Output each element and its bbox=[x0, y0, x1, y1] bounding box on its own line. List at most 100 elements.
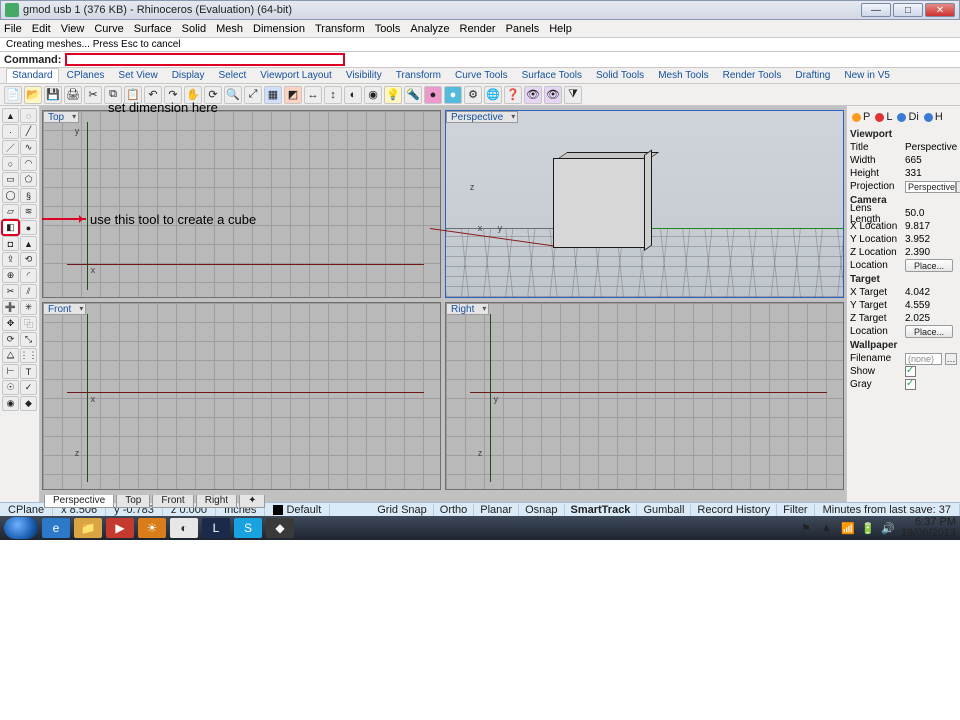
mirror-icon[interactable]: ⧋ bbox=[2, 348, 19, 363]
point-icon[interactable]: · bbox=[2, 124, 19, 139]
viewport-perspective[interactable]: x y z Perspective bbox=[445, 110, 844, 298]
spotlight-icon[interactable]: 🔦 bbox=[404, 86, 422, 104]
tab-mesh-tools[interactable]: Mesh Tools bbox=[652, 68, 714, 83]
system-tray[interactable]: ⚑ ▲ 📶 🔋 🔊 6:37 PM19/06/2013 bbox=[801, 517, 956, 539]
tab-drafting[interactable]: Drafting bbox=[789, 68, 836, 83]
cone-icon[interactable]: ▲ bbox=[20, 236, 37, 251]
extrude-icon[interactable]: ⇪ bbox=[2, 252, 19, 267]
set-view-icon[interactable]: ↕ bbox=[324, 86, 342, 104]
viewport-top[interactable]: x y Top bbox=[42, 110, 441, 298]
tab-render-tools[interactable]: Render Tools bbox=[717, 68, 788, 83]
tab-viewport-layout[interactable]: Viewport Layout bbox=[254, 68, 338, 83]
new-icon[interactable]: 📄 bbox=[4, 86, 22, 104]
show-checkbox[interactable] bbox=[905, 366, 916, 377]
tray-action-center-icon[interactable]: ⚑ bbox=[801, 522, 813, 534]
tab-cplanes[interactable]: CPlanes bbox=[61, 68, 111, 83]
tab-visibility[interactable]: Visibility bbox=[340, 68, 388, 83]
save-icon[interactable]: 💾 bbox=[44, 86, 62, 104]
named-view-icon[interactable]: ↔ bbox=[304, 86, 322, 104]
check-icon[interactable]: ✓ bbox=[20, 380, 37, 395]
dim-icon[interactable]: ⊢ bbox=[2, 364, 19, 379]
explode-icon[interactable]: ✳ bbox=[20, 300, 37, 315]
chevron-down-icon[interactable]: ▾ bbox=[956, 181, 960, 193]
menu-curve[interactable]: Curve bbox=[94, 23, 123, 35]
filename-field[interactable]: (none) bbox=[905, 353, 942, 365]
tab-select[interactable]: Select bbox=[213, 68, 253, 83]
line-icon[interactable]: ／ bbox=[2, 140, 19, 155]
render-icon[interactable]: ◉ bbox=[364, 86, 382, 104]
zoom-sel-icon[interactable]: ▦ bbox=[264, 86, 282, 104]
tab-surface-tools[interactable]: Surface Tools bbox=[516, 68, 588, 83]
rect-icon[interactable]: ▭ bbox=[2, 172, 19, 187]
tab-new-in-v5[interactable]: New in V5 bbox=[838, 68, 896, 83]
vtab-add[interactable]: ✦ bbox=[239, 495, 265, 508]
polygon-icon[interactable]: ⬠ bbox=[20, 172, 37, 187]
place-target-button[interactable]: Place... bbox=[905, 325, 953, 338]
viewport-perspective-label[interactable]: Perspective bbox=[446, 111, 518, 123]
tab-set-view[interactable]: Set View bbox=[112, 68, 163, 83]
tab-display[interactable]: Display bbox=[166, 68, 211, 83]
analyze-icon[interactable]: ☉ bbox=[2, 380, 19, 395]
array-icon[interactable]: ⋮⋮ bbox=[20, 348, 37, 363]
close-button[interactable]: ✕ bbox=[925, 3, 955, 17]
ptab-layers[interactable]: L bbox=[875, 111, 892, 123]
menu-transform[interactable]: Transform bbox=[315, 23, 365, 35]
surface-icon[interactable]: ▱ bbox=[2, 204, 19, 219]
place-camera-button[interactable]: Place... bbox=[905, 259, 953, 272]
viewport-front[interactable]: x z Front bbox=[42, 302, 441, 490]
menu-solid[interactable]: Solid bbox=[182, 23, 206, 35]
start-button[interactable] bbox=[4, 517, 38, 539]
ellipse-icon[interactable]: ◯ bbox=[2, 188, 19, 203]
print-icon[interactable]: 🖨 bbox=[64, 86, 82, 104]
show-icon[interactable]: 👁 bbox=[544, 86, 562, 104]
material-icon[interactable]: ◆ bbox=[20, 396, 37, 411]
task-app2-icon[interactable]: L bbox=[202, 518, 230, 538]
menu-render[interactable]: Render bbox=[460, 23, 496, 35]
zoom-icon[interactable]: 🔍 bbox=[224, 86, 242, 104]
open-icon[interactable]: 📂 bbox=[24, 86, 42, 104]
menu-panels[interactable]: Panels bbox=[506, 23, 540, 35]
menu-view[interactable]: View bbox=[61, 23, 85, 35]
menu-surface[interactable]: Surface bbox=[134, 23, 172, 35]
menu-mesh[interactable]: Mesh bbox=[216, 23, 243, 35]
maximize-button[interactable]: □ bbox=[893, 3, 923, 17]
task-media-icon[interactable]: ▶ bbox=[106, 518, 134, 538]
polyline-icon[interactable]: ╱ bbox=[20, 124, 37, 139]
task-explorer-icon[interactable]: 📁 bbox=[74, 518, 102, 538]
fillet-icon[interactable]: ◜ bbox=[20, 268, 37, 283]
circle-icon[interactable]: ○ bbox=[2, 156, 19, 171]
menu-analyze[interactable]: Analyze bbox=[410, 23, 449, 35]
pointer-icon[interactable]: ▲ bbox=[2, 108, 19, 123]
vtab-right[interactable]: Right bbox=[196, 495, 237, 508]
projection-select[interactable]: Perspective bbox=[905, 181, 956, 193]
menu-dimension[interactable]: Dimension bbox=[253, 23, 305, 35]
menu-file[interactable]: File bbox=[4, 23, 22, 35]
trim-icon[interactable]: ✂ bbox=[2, 284, 19, 299]
menu-help[interactable]: Help bbox=[549, 23, 572, 35]
tab-curve-tools[interactable]: Curve Tools bbox=[449, 68, 514, 83]
hide-icon[interactable]: 👁 bbox=[524, 86, 542, 104]
cut-icon[interactable]: ✂ bbox=[84, 86, 102, 104]
copy-tool-icon[interactable]: ⿻ bbox=[20, 316, 37, 331]
cplane-icon[interactable]: ◩ bbox=[284, 86, 302, 104]
ptab-properties[interactable]: P bbox=[852, 111, 870, 123]
gray-checkbox[interactable] bbox=[905, 379, 916, 390]
tab-standard[interactable]: Standard bbox=[6, 68, 59, 83]
box-tool-icon[interactable]: ◧ bbox=[2, 220, 19, 235]
task-app1-icon[interactable]: ☀ bbox=[138, 518, 166, 538]
viewport-right-label[interactable]: Right bbox=[446, 303, 489, 315]
filter-icon[interactable]: ⧩ bbox=[564, 86, 582, 104]
tray-volume-icon[interactable]: 🔊 bbox=[881, 522, 893, 534]
task-skype-icon[interactable]: S bbox=[234, 518, 262, 538]
scale-icon[interactable]: ⤡ bbox=[20, 332, 37, 347]
menu-tools[interactable]: Tools bbox=[375, 23, 401, 35]
zoom-extents-icon[interactable]: ⤢ bbox=[244, 86, 262, 104]
tray-up-icon[interactable]: ▲ bbox=[821, 522, 833, 534]
render-tool-icon[interactable]: ◉ bbox=[2, 396, 19, 411]
layers-icon[interactable]: ● bbox=[424, 86, 442, 104]
command-input[interactable] bbox=[65, 53, 345, 66]
revolve-icon[interactable]: ⟲ bbox=[20, 252, 37, 267]
properties-icon[interactable]: ⚙ bbox=[464, 86, 482, 104]
minimize-button[interactable]: — bbox=[861, 3, 891, 17]
tray-clock[interactable]: 6:37 PM19/06/2013 bbox=[901, 517, 956, 539]
